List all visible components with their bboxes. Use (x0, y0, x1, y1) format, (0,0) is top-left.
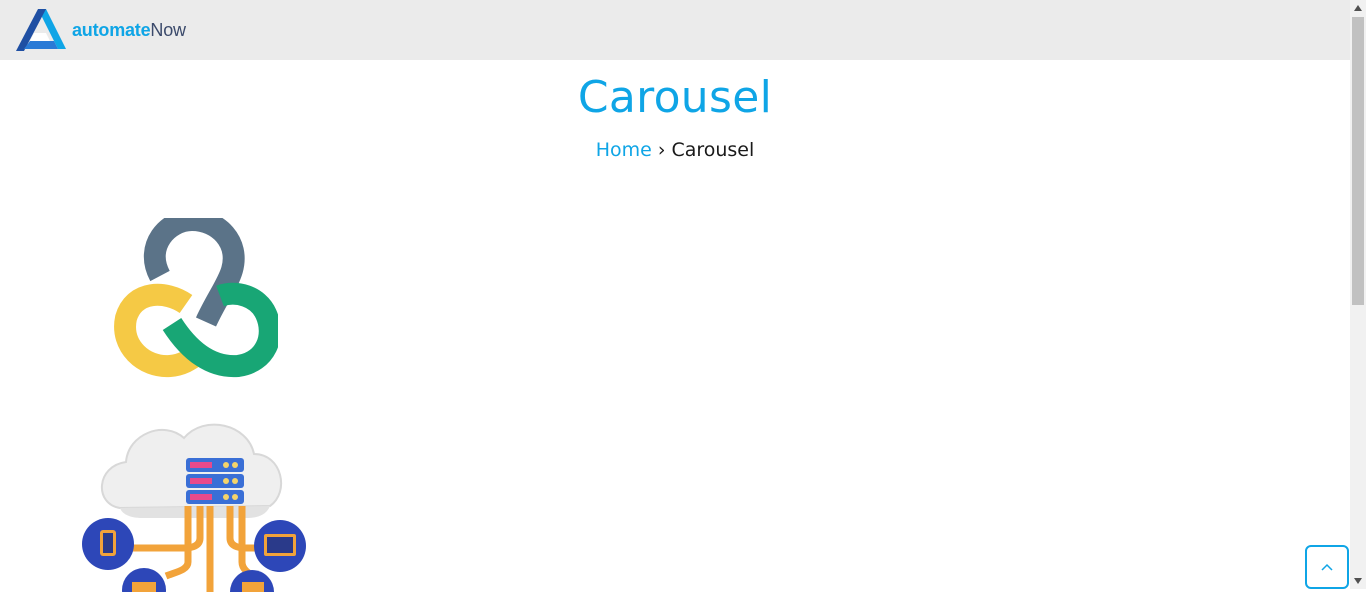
breadcrumb-home-link[interactable]: Home (596, 139, 652, 161)
scroll-up-arrow-icon[interactable] (1350, 0, 1366, 16)
page-title: Carousel (577, 72, 773, 123)
scrollbar-thumb[interactable] (1352, 17, 1364, 305)
breadcrumb-current: Carousel (671, 139, 755, 161)
breadcrumb-separator: › (657, 139, 666, 161)
site-logo-link[interactable]: automateNow (16, 9, 186, 51)
cloud-server-network-icon[interactable] (76, 412, 308, 592)
site-header: automateNow (0, 0, 1350, 60)
automatenow-logo-icon (16, 9, 66, 51)
page-scrollbar[interactable] (1350, 0, 1366, 589)
scroll-down-arrow-icon[interactable] (1350, 573, 1366, 589)
logo-text-now: Now (150, 19, 186, 40)
chevron-up-icon (1321, 563, 1333, 571)
tri-link-logo-icon[interactable] (108, 218, 278, 378)
back-to-top-button[interactable] (1305, 545, 1349, 589)
logo-text-automate: automate (72, 19, 151, 40)
breadcrumb: Home › Carousel (0, 139, 1350, 161)
logo-wordmark: automateNow (72, 20, 186, 41)
carousel[interactable] (70, 200, 350, 592)
